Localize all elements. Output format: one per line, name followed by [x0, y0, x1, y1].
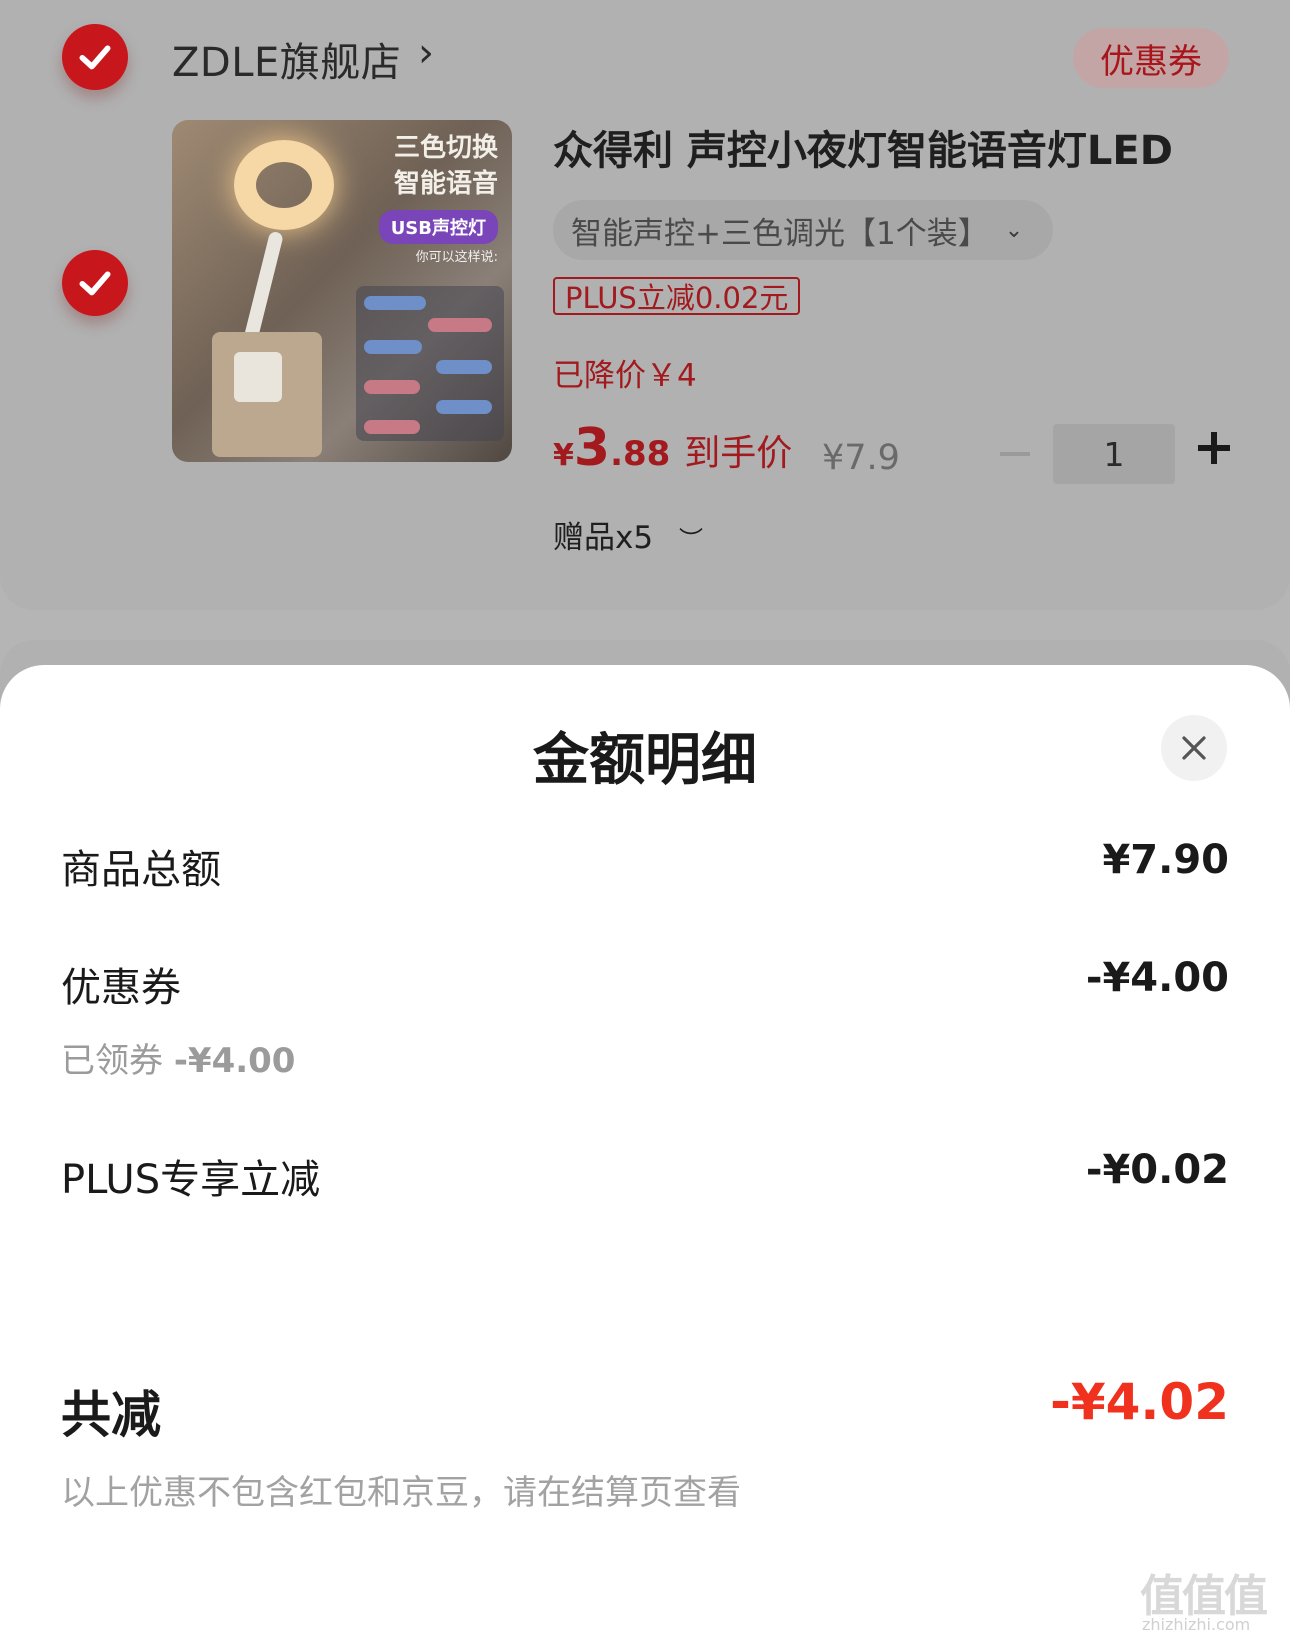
- watermark-site: zhizhizhi.com: [1142, 1615, 1251, 1634]
- usb-plug: [234, 352, 282, 402]
- coupon-value: -¥4.00: [1085, 955, 1229, 1001]
- goods-total-value: ¥7.90: [1102, 837, 1229, 883]
- decrease-quantity-button[interactable]: [1000, 452, 1030, 456]
- image-pill: USB声控灯: [378, 210, 498, 244]
- coupon-label: 优惠券: [61, 965, 181, 1011]
- store-select-checkbox-icon[interactable]: [62, 24, 128, 90]
- total-discount-value: -¥4.02: [1050, 1373, 1229, 1431]
- chevron-down-icon: ︶: [678, 526, 703, 554]
- image-caption: 你可以这样说:: [415, 250, 498, 265]
- image-headline: 三色切换 智能语音: [393, 133, 498, 199]
- coupon-claimed-line: 已领券 -¥4.00: [61, 1041, 296, 1081]
- product-title[interactable]: 众得利 声控小夜灯智能语音灯LED: [553, 118, 1173, 176]
- store-name[interactable]: ZDLE旗舰店: [172, 30, 401, 88]
- plus-discount-value: -¥0.02: [1085, 1147, 1229, 1193]
- amount-detail-sheet: 金额明细 商品总额 ¥7.90 优惠券 -¥4.00 已领券 -¥4.00 PL…: [0, 665, 1290, 1638]
- quantity-input[interactable]: 1: [1053, 424, 1175, 484]
- plus-discount-tag: PLUS立减0.02元: [553, 277, 801, 315]
- gift-label: 赠品x5: [553, 520, 654, 556]
- store-coupon-button[interactable]: 优惠券: [1073, 28, 1229, 88]
- final-price: ¥ 3 .88 到手价: [553, 418, 793, 478]
- discount-note: 以上优惠不包含红包和京豆，请在结算页查看: [61, 1473, 741, 1513]
- close-button[interactable]: [1161, 715, 1227, 781]
- price-reduced-label: 已降价￥4: [553, 358, 697, 394]
- gift-toggle[interactable]: 赠品x5 ︶: [553, 512, 703, 557]
- lamp-ring: [234, 140, 334, 230]
- chevron-right-icon[interactable]: ›: [418, 30, 434, 76]
- sheet-title: 金额明细: [533, 728, 757, 793]
- total-discount-label: 共减: [61, 1386, 161, 1444]
- increase-quantity-button[interactable]: [1196, 430, 1232, 466]
- original-price: ¥7.9: [822, 438, 900, 478]
- close-icon: [1182, 736, 1206, 760]
- chevron-down-icon: ⌄: [1004, 217, 1024, 243]
- goods-total-label: 商品总额: [61, 847, 221, 893]
- voice-command-panel: [356, 286, 504, 441]
- cart-store-card: ZDLE旗舰店 › 优惠券 三色切换 智能语音 USB声控灯 你可以这样说: 众…: [0, 0, 1290, 610]
- plus-discount-label: PLUS专享立减: [61, 1157, 321, 1203]
- spec-label: 智能声控+三色调光【1个装】: [571, 215, 989, 252]
- product-image[interactable]: 三色切换 智能语音 USB声控灯 你可以这样说:: [172, 120, 512, 462]
- spec-selector[interactable]: 智能声控+三色调光【1个装】 ⌄: [553, 200, 1053, 260]
- product-select-checkbox-icon[interactable]: [62, 250, 128, 316]
